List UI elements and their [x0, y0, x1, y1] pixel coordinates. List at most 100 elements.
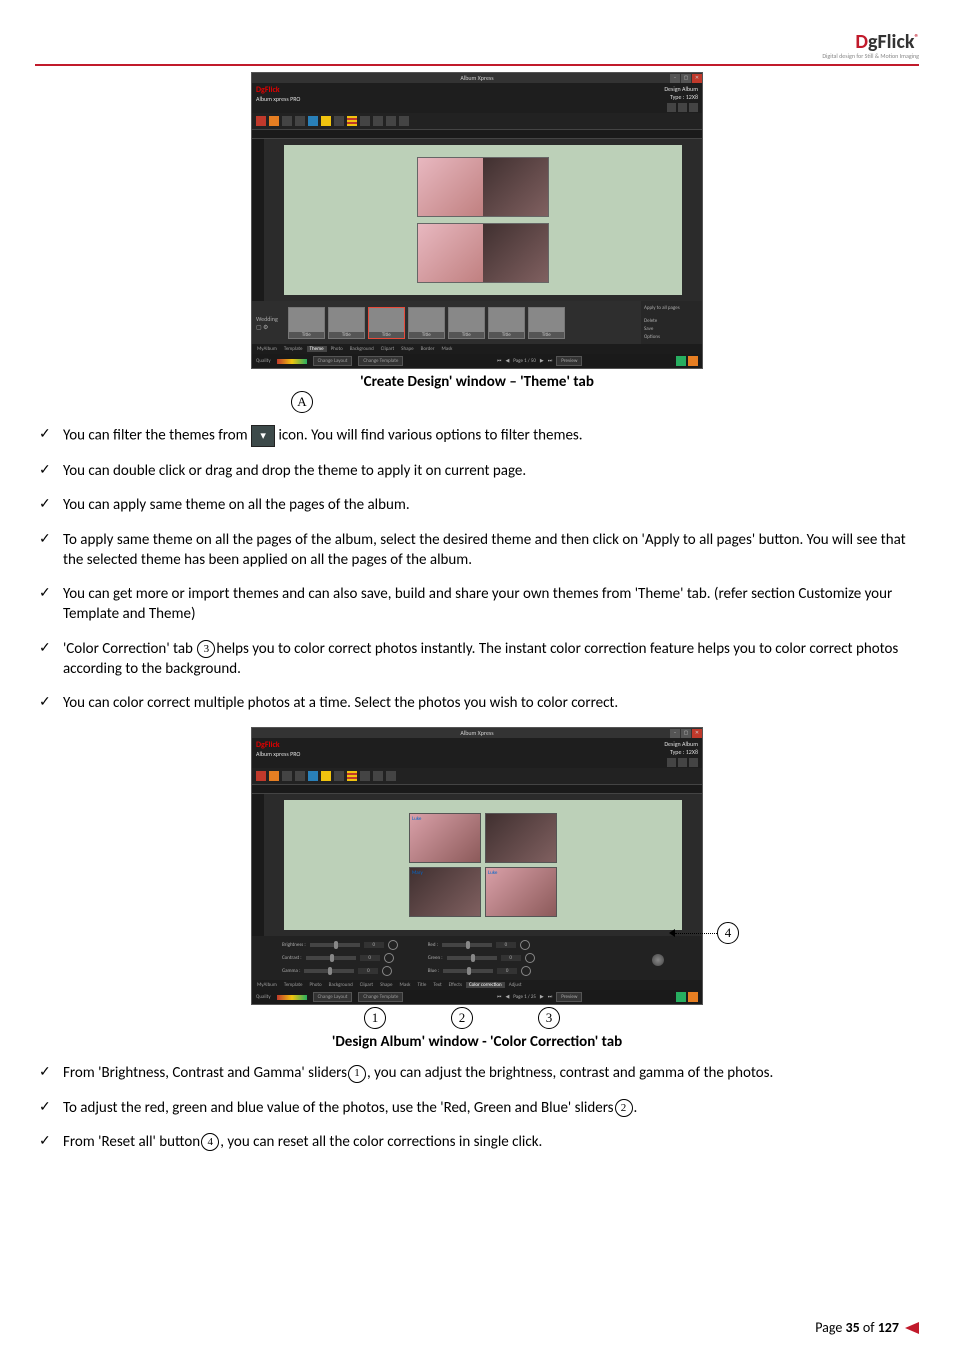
design-canvas[interactable]: [284, 145, 682, 295]
tab[interactable]: Border: [418, 346, 438, 352]
maximize-icon[interactable]: ▢: [681, 74, 691, 83]
undo-icon[interactable]: [386, 116, 396, 126]
change-template-button[interactable]: Change Template: [358, 356, 403, 366]
tab[interactable]: Clipart: [378, 346, 397, 352]
toolbar-icon[interactable]: [321, 771, 331, 781]
tab[interactable]: MyAlbum: [254, 982, 280, 988]
tab[interactable]: Shape: [398, 346, 416, 352]
theme-thumb[interactable]: Title: [368, 307, 405, 339]
tab[interactable]: Mask: [397, 982, 414, 988]
pager-prev-icon[interactable]: ◀: [505, 358, 509, 364]
change-layout-button[interactable]: Change Layout: [313, 992, 353, 1002]
reset-icon[interactable]: [525, 953, 535, 963]
tab[interactable]: Clipart: [357, 982, 376, 988]
toolbar-icon[interactable]: [373, 116, 383, 126]
toolbar-icon[interactable]: [256, 116, 266, 126]
toolbar-icon[interactable]: [321, 116, 331, 126]
blue-slider[interactable]: [443, 969, 493, 973]
cart-icon[interactable]: [676, 356, 686, 366]
pager-next-icon[interactable]: ▶: [540, 358, 544, 364]
next-arrow-icon[interactable]: [688, 356, 698, 366]
thumb-tools[interactable]: ▢ ⚙: [256, 323, 280, 331]
change-layout-button[interactable]: Change Layout: [313, 356, 353, 366]
design-canvas[interactable]: Luke Mary Luke: [284, 800, 682, 930]
red-slider[interactable]: [442, 943, 492, 947]
side-item[interactable]: Options: [644, 333, 699, 341]
tab[interactable]: Photo: [328, 346, 346, 352]
maximize-icon[interactable]: ▢: [681, 729, 691, 738]
pager-first-icon[interactable]: ⏮: [497, 994, 502, 1000]
toolbar-icon[interactable]: [308, 116, 318, 126]
cart-icon[interactable]: [676, 992, 686, 1002]
theme-thumb[interactable]: Title: [528, 307, 565, 339]
tab[interactable]: Template: [281, 346, 306, 352]
toolbar-icon[interactable]: [295, 771, 305, 781]
canvas-photo[interactable]: Luke: [409, 813, 481, 863]
tab[interactable]: MyAlbum: [254, 346, 280, 352]
toolbar-icon[interactable]: [282, 771, 292, 781]
home-icon[interactable]: [667, 758, 676, 767]
help-icon[interactable]: [689, 103, 698, 112]
reset-icon[interactable]: [521, 966, 531, 976]
tab-theme[interactable]: Theme: [307, 346, 327, 352]
next-arrow-icon[interactable]: [688, 992, 698, 1002]
minimize-icon[interactable]: –: [670, 729, 680, 738]
theme-thumb[interactable]: Title: [328, 307, 365, 339]
toolbar-icon[interactable]: [334, 771, 344, 781]
toolbar-icon[interactable]: [360, 771, 370, 781]
side-item[interactable]: Delete: [644, 317, 699, 325]
toolbar-icon[interactable]: [308, 771, 318, 781]
theme-thumb[interactable]: Title: [448, 307, 485, 339]
toolbar-icon[interactable]: [334, 116, 344, 126]
tab[interactable]: Photo: [307, 982, 325, 988]
toolbar-icon[interactable]: [347, 116, 357, 126]
change-template-button[interactable]: Change Template: [358, 992, 403, 1002]
preview-button[interactable]: Preview: [556, 992, 582, 1002]
gamma-slider[interactable]: [304, 969, 354, 973]
tab[interactable]: Template: [281, 982, 306, 988]
tab[interactable]: Text: [430, 982, 444, 988]
undo-icon[interactable]: [373, 771, 383, 781]
tab[interactable]: Background: [326, 982, 356, 988]
tab[interactable]: Background: [347, 346, 377, 352]
help-icon[interactable]: [689, 758, 698, 767]
canvas-photo[interactable]: Mary: [409, 867, 481, 917]
theme-thumb[interactable]: Title: [408, 307, 445, 339]
pager-next-icon[interactable]: ▶: [540, 994, 544, 1000]
toolbar-icon[interactable]: [282, 116, 292, 126]
tab-color-correction[interactable]: Color correction: [466, 982, 505, 988]
canvas-photo[interactable]: [485, 813, 557, 863]
toolbar-icon[interactable]: [360, 116, 370, 126]
canvas-photo[interactable]: [417, 157, 549, 217]
tool-icon[interactable]: [678, 103, 687, 112]
tab[interactable]: Effects: [446, 982, 465, 988]
reset-icon[interactable]: [382, 966, 392, 976]
canvas-photo[interactable]: Luke: [485, 867, 557, 917]
minimize-icon[interactable]: –: [670, 74, 680, 83]
canvas-photo[interactable]: [417, 223, 549, 283]
pager-last-icon[interactable]: ⏭: [548, 994, 553, 1000]
pager-last-icon[interactable]: ⏭: [548, 358, 553, 364]
tab[interactable]: Title: [414, 982, 429, 988]
tab[interactable]: Shape: [377, 982, 395, 988]
toolbar-icon[interactable]: [269, 116, 279, 126]
redo-icon[interactable]: [399, 116, 409, 126]
reset-icon[interactable]: [384, 953, 394, 963]
close-icon[interactable]: ✕: [692, 74, 702, 83]
home-icon[interactable]: [667, 103, 676, 112]
tab[interactable]: Adjust: [506, 982, 525, 988]
theme-thumb[interactable]: Title: [488, 307, 525, 339]
apply-all-pages-button[interactable]: Apply to all pages: [644, 304, 699, 312]
toolbar-icon[interactable]: [295, 116, 305, 126]
pager-prev-icon[interactable]: ◀: [505, 994, 509, 1000]
tool-icon[interactable]: [678, 758, 687, 767]
brightness-slider[interactable]: [310, 943, 360, 947]
close-icon[interactable]: ✕: [692, 729, 702, 738]
reset-icon[interactable]: [388, 940, 398, 950]
tab[interactable]: Mask: [438, 346, 455, 352]
redo-icon[interactable]: [386, 771, 396, 781]
pager-first-icon[interactable]: ⏮: [497, 358, 502, 364]
side-item[interactable]: Save: [644, 325, 699, 333]
toolbar-icon[interactable]: [269, 771, 279, 781]
toolbar-icon[interactable]: [256, 771, 266, 781]
